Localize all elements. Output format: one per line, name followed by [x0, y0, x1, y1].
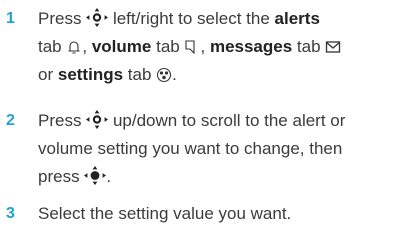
step-text-fragment: tab [127, 65, 152, 84]
step-text-fragment: left/right to select the [112, 9, 270, 28]
step-text-fragment: . [172, 65, 177, 84]
center-select-icon [84, 166, 107, 186]
alerts-tab-label: alerts [274, 9, 320, 28]
nav-key-icon [86, 8, 109, 28]
step-text-fragment: Select the setting value you want. [38, 204, 292, 223]
step-text-fragment: Press [38, 9, 82, 28]
messages-tab-label: messages [209, 37, 293, 56]
step-number: 1 [6, 10, 15, 27]
step-text-fragment: or [38, 65, 54, 84]
nav-key-icon [86, 110, 109, 130]
step-text-fragment: tab [38, 37, 62, 56]
step-text-fragment: tab [156, 37, 180, 56]
speaker-icon [184, 37, 200, 56]
instruction-steps: 1 Press left/right to select the alerts … [0, 0, 404, 241]
step-number: 3 [6, 205, 15, 222]
settings-icon [156, 65, 172, 84]
step-text-fragment: Press [38, 111, 82, 130]
step-text: Select the setting value you want. [38, 200, 400, 228]
step-number: 2 [6, 112, 15, 129]
settings-tab-label: settings [57, 65, 124, 84]
step-text-fragment: tab [296, 37, 321, 56]
step-text-fragment: volume setting you want to change, then [38, 139, 343, 158]
step-text-fragment: . [106, 167, 112, 186]
volume-tab-label: volume [91, 37, 152, 56]
envelope-icon [325, 37, 341, 56]
step-text: Press up/down to scroll to the alert or … [38, 107, 400, 191]
step-text: Press left/right to select the alerts ta… [38, 5, 400, 89]
step-text-fragment: up/down to scroll to the alert or [112, 111, 346, 130]
step-text-fragment: press [38, 167, 80, 186]
bell-icon [66, 37, 82, 56]
